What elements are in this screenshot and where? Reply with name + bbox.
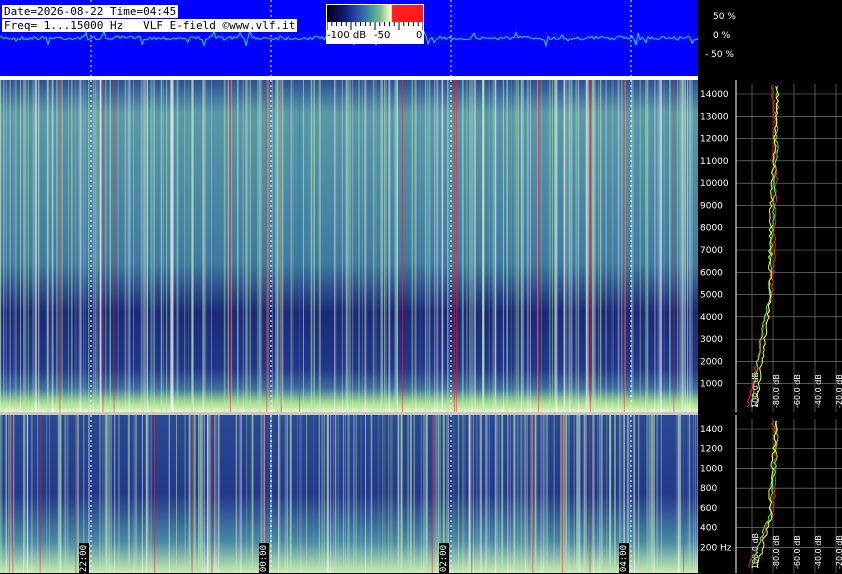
upper-profile-freq-label: 3000 [700, 335, 723, 345]
spectrogram-lower [0, 415, 698, 573]
upper-profile-freq-label: 14000 [700, 90, 729, 100]
lower-profile-db-label: -80.0 dB [772, 535, 781, 569]
upper-profile-db-label: -40.0 dB [814, 374, 823, 408]
upper-profile-freq-label: 7000 [700, 246, 723, 256]
time-marker-0200: 02:00 [439, 543, 449, 574]
lower-profile-freq-label: 1200 [700, 445, 723, 455]
upper-profile-freq-label: 6000 [700, 268, 723, 278]
spectrum-profile-panel: 14000 13000 12000 11000 10000 9000 8000 7000 600… [700, 80, 842, 573]
upper-profile-db-label: -60.0 dB [793, 374, 802, 408]
upper-profile-freq-label: 13000 [700, 112, 729, 122]
time-marker-0000: 00:00 [259, 543, 269, 574]
time-marker-0400: 04:00 [619, 543, 629, 574]
color-scale-max: 0 [416, 30, 423, 41]
color-scale-ticks [327, 22, 423, 30]
time-marker-2200: 22:00 [79, 543, 89, 574]
spectrogram-upper [0, 80, 698, 412]
color-gradient [327, 5, 423, 22]
upper-profile-freq-label: 4000 [700, 313, 723, 323]
color-scale-mid: -50 [374, 30, 391, 41]
upper-profile-db-label: -80.0 dB [772, 374, 781, 408]
upper-profile-freq-label: 2000 [700, 357, 723, 367]
date-time-label: Date=2026-08-22 Time=04:45 [2, 5, 179, 18]
color-scale-min: -100 dB [327, 30, 367, 41]
lower-profile-freq-label: 1400 [700, 425, 723, 435]
frequency-label: Freq= 1...15000 Hz VLF E-field ©www.vlf.… [2, 19, 298, 32]
lower-profile-db-label: -20.0 dB [835, 535, 842, 569]
lower-profile-db-label: -40.0 dB [814, 535, 823, 569]
lower-profile-freq-label: 1000 [700, 464, 723, 474]
lower-profile-freq-label: 400 [700, 524, 717, 534]
color-scale-bar: -100 dB -50 0 [326, 4, 424, 44]
upper-profile-freq-label: 5000 [700, 291, 723, 301]
lower-profile-freq-label: 200 Hz [700, 543, 732, 553]
upper-profile-freq-label: 1000 [700, 380, 723, 390]
upper-profile-freq-label: 12000 [700, 135, 729, 145]
upper-profile-freq-label: 9000 [700, 201, 723, 211]
lower-profile-freq-label: 600 [700, 504, 717, 514]
upper-profile-freq-label: 10000 [700, 179, 729, 189]
lower-profile-freq-label: 800 [700, 484, 717, 494]
lower-profile-db-label: -60.0 dB [793, 535, 802, 569]
upper-profile-db-label: -20.0 dB [835, 374, 842, 408]
upper-profile-freq-label: 8000 [700, 224, 723, 234]
upper-profile-freq-label: 11000 [700, 157, 729, 167]
